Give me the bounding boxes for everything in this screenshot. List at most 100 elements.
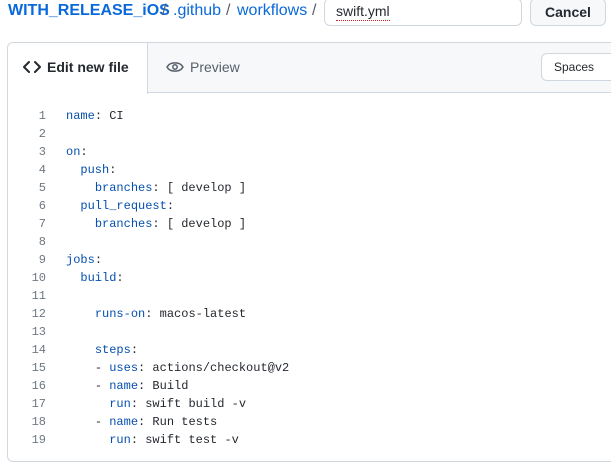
line-number: 12 (31, 307, 46, 321)
yaml-colon: : (94, 253, 103, 267)
yaml-key: name (66, 109, 95, 123)
line-text: run: swift test -v (66, 431, 239, 449)
line-text: runs-on: macos-latest (66, 305, 246, 323)
yaml-key: name (109, 415, 139, 429)
line-number: 2 (38, 127, 46, 141)
code-line: 16 - name: Build (8, 377, 611, 395)
yaml-value: Build (145, 379, 189, 393)
line-number: 13 (31, 325, 46, 339)
yaml-key: uses (109, 361, 139, 375)
breadcrumb-separator: / (162, 2, 167, 19)
breadcrumb: WITH_RELEASE_iOS / .github / workflows /… (0, 0, 611, 26)
code-line: 1 name: CI (8, 107, 611, 125)
tab-preview[interactable]: Preview (148, 43, 260, 93)
yaml-value: swift test -v (138, 433, 239, 447)
line-number: 8 (38, 235, 46, 249)
code-line: 12 runs-on: macos-latest (8, 305, 611, 323)
yaml-colon: : (94, 109, 103, 123)
line-number: 6 (38, 199, 46, 213)
yaml-key: branches (94, 181, 153, 195)
yaml-list-dash: - (94, 361, 110, 375)
code-line: 9 jobs: (8, 251, 611, 269)
eye-icon (166, 62, 184, 72)
line-number: 18 (31, 415, 46, 429)
yaml-list-dash: - (94, 379, 110, 393)
code-line: 13 (8, 323, 611, 341)
yaml-key: run (109, 433, 131, 447)
line-number: 15 (31, 361, 46, 375)
line-text: steps: (66, 341, 138, 359)
yaml-key: steps (94, 343, 131, 357)
line-number: 5 (38, 181, 46, 195)
indent-mode-select[interactable]: Spaces (541, 53, 611, 81)
line-text: - uses: actions/checkout@v2 (66, 359, 289, 377)
breadcrumb-workflows-link[interactable]: workflows (237, 0, 307, 22)
yaml-colon: : (109, 163, 117, 177)
yaml-key: build (80, 271, 117, 285)
yaml-key: push (80, 163, 110, 177)
tab-edit-new-file[interactable]: Edit new file (8, 43, 148, 94)
line-number: 17 (31, 397, 46, 411)
yaml-key: runs-on (94, 307, 146, 321)
line-number: 9 (38, 253, 46, 267)
code-line: 14 steps: (8, 341, 611, 359)
code-editor[interactable]: 1 name: CI 2 3 on: 4 push: 5 branches: [ devel… (8, 107, 611, 449)
code-line: 10 build: (8, 269, 611, 287)
code-icon (23, 61, 41, 73)
breadcrumb-repo-link[interactable]: WITH_RELEASE_iOS (8, 0, 170, 22)
line-text: branches: [ develop ] (66, 215, 246, 233)
cancel-button[interactable]: Cancel (530, 0, 606, 26)
yaml-colon: : (130, 343, 139, 357)
yaml-key: on (66, 145, 81, 159)
yaml-list-dash: - (94, 415, 110, 429)
line-number: 10 (31, 271, 46, 285)
code-line: 8 (8, 233, 611, 251)
tab-edit-label: Edit new file (47, 59, 129, 75)
yaml-value: swift build -v (138, 397, 247, 411)
yaml-key: run (109, 397, 131, 411)
yaml-colon: : (130, 433, 139, 447)
yaml-value: Run tests (145, 415, 218, 429)
line-number: 1 (38, 109, 46, 123)
editor-tab-bar: Edit new file Preview Spaces (8, 43, 611, 94)
line-text: run: swift build -v (66, 395, 246, 413)
code-line: 7 branches: [ develop ] (8, 215, 611, 233)
line-text: branches: [ develop ] (66, 179, 246, 197)
line-number: 16 (31, 379, 46, 393)
code-line: 15 - uses: actions/checkout@v2 (8, 359, 611, 377)
breadcrumb-separator: / (226, 2, 231, 19)
line-text: name: CI (66, 107, 124, 125)
file-editor: Edit new file Preview Spaces 1 name: CI 2 3… (7, 42, 611, 462)
yaml-colon: : (152, 217, 160, 231)
line-number: 14 (31, 343, 46, 357)
yaml-value: macos-latest (152, 307, 247, 321)
line-number: 4 (38, 163, 46, 177)
line-text: - name: Run tests (66, 413, 217, 431)
yaml-key: name (109, 379, 139, 393)
code-line: 4 push: (8, 161, 611, 179)
yaml-key: branches (94, 217, 153, 231)
yaml-value: [ develop ] (159, 217, 247, 231)
line-number: 11 (31, 289, 46, 303)
yaml-key: jobs (66, 253, 95, 267)
code-line: 6 pull_request: (8, 197, 611, 215)
code-line: 17 run: swift build -v (8, 395, 611, 413)
code-line: 19 run: swift test -v (8, 431, 611, 449)
line-text: jobs: (66, 251, 102, 269)
breadcrumb-github-link[interactable]: .github (173, 0, 221, 22)
yaml-colon: : (80, 145, 88, 159)
line-text: build: (66, 269, 123, 287)
filename-input[interactable] (324, 0, 522, 26)
code-line: 18 - name: Run tests (8, 413, 611, 431)
yaml-colon: : (130, 397, 139, 411)
code-line: 3 on: (8, 143, 611, 161)
